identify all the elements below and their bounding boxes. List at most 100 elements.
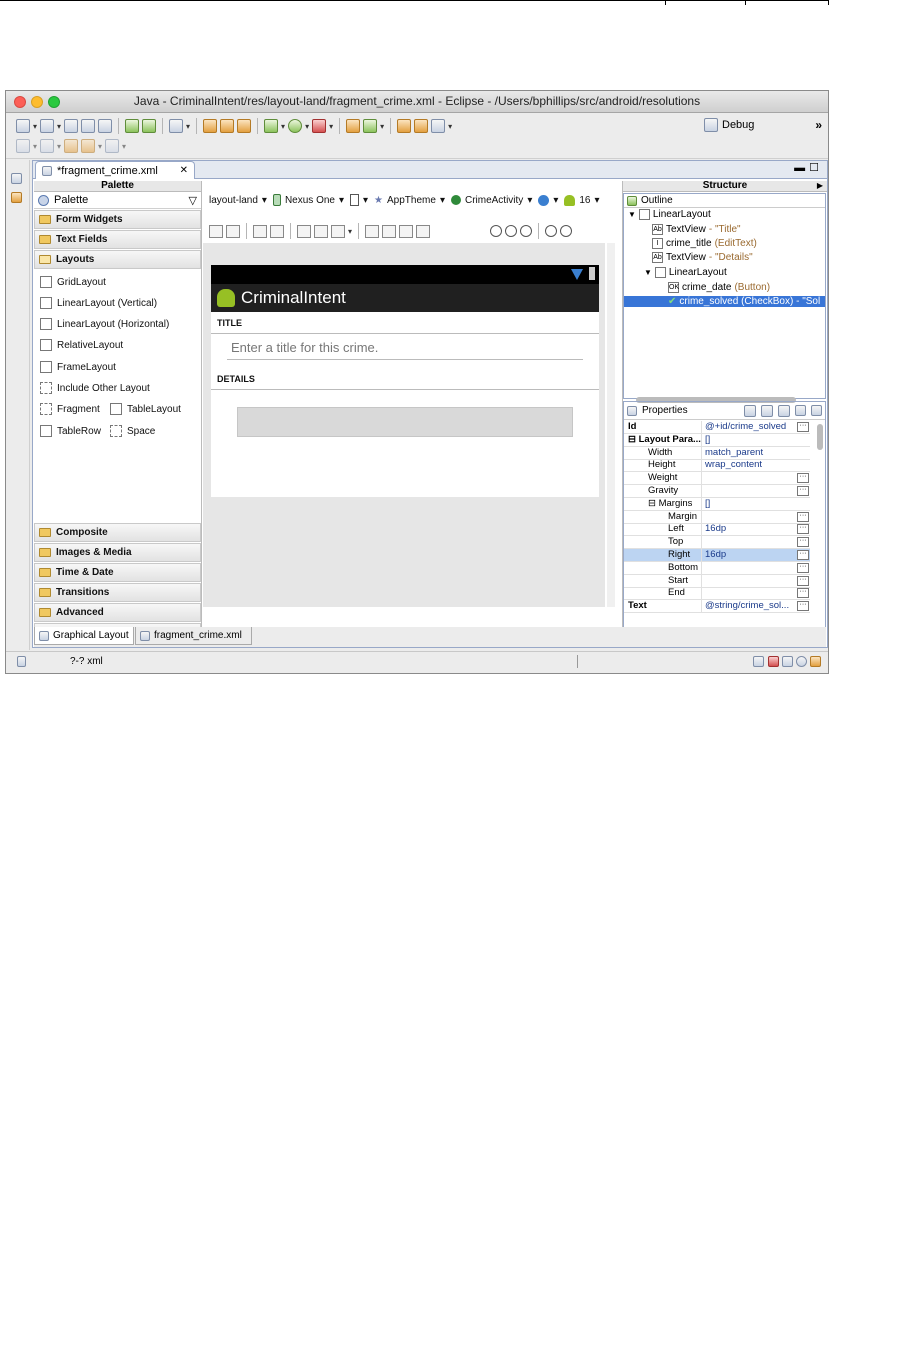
- expand-icon[interactable]: ▼: [628, 210, 636, 219]
- api-level-dropdown[interactable]: 16 ▾: [564, 194, 600, 206]
- tree-node-crime-title[interactable]: Icrime_title (EditText): [652, 238, 757, 249]
- save-all-icon[interactable]: [81, 119, 96, 133]
- close-tab-icon[interactable]: ✕: [180, 165, 188, 176]
- orientation-dropdown[interactable]: ▾: [350, 194, 368, 206]
- palette-item-linear-vertical[interactable]: LinearLayout (Vertical): [40, 297, 157, 309]
- tree-node-crime-date[interactable]: OK crime_date (Button): [668, 282, 770, 293]
- property-row-margins[interactable]: ⊟ Margins []: [624, 497, 810, 511]
- new-project-icon[interactable]: [203, 119, 218, 133]
- new-wizard-icon[interactable]: [40, 119, 55, 133]
- details-section-label[interactable]: DETAILS: [211, 368, 599, 390]
- edit-value-button[interactable]: ···: [797, 550, 809, 560]
- property-value[interactable]: 16dp ···: [702, 549, 810, 561]
- tree-node-linearlayout-root[interactable]: ▼ LinearLayout: [628, 209, 711, 220]
- property-value[interactable]: 16dp ···: [702, 523, 810, 535]
- edit-value-button[interactable]: ···: [797, 588, 809, 599]
- edit-value-button[interactable]: ···: [797, 473, 809, 484]
- palette-item-fragment[interactable]: Fragment: [40, 403, 100, 415]
- warning-icon[interactable]: [416, 224, 431, 238]
- palette-category-layouts[interactable]: Layouts: [34, 250, 201, 269]
- advanced-icon[interactable]: [778, 404, 790, 417]
- structure-collapse-icon[interactable]: ▶: [817, 181, 823, 190]
- clip-icon[interactable]: [382, 224, 397, 238]
- android-avd-manager-icon[interactable]: [142, 119, 157, 133]
- palette-category-composite[interactable]: Composite: [34, 523, 201, 542]
- edit-value-button[interactable]: ···: [797, 511, 809, 522]
- palette-category-advanced[interactable]: Advanced: [34, 603, 201, 622]
- property-row-weight[interactable]: Weight ···: [624, 472, 810, 486]
- collapse-group-icon[interactable]: ⊟: [628, 434, 639, 445]
- property-value[interactable]: []: [702, 498, 810, 510]
- edit-value-button[interactable]: ···: [797, 562, 809, 573]
- run-icon[interactable]: [288, 119, 303, 133]
- property-value[interactable]: ···: [702, 472, 810, 484]
- property-value[interactable]: @string/crime_sol... ···: [702, 600, 810, 612]
- property-row-start[interactable]: Start ···: [624, 574, 810, 588]
- zoom-100-icon[interactable]: [520, 225, 533, 237]
- layout-horizontal-icon[interactable]: [226, 224, 240, 238]
- new-icon[interactable]: [16, 119, 30, 133]
- expand-icon[interactable]: ▼: [644, 268, 652, 277]
- emulate-size-icon[interactable]: [365, 224, 380, 238]
- crime-title-edittext[interactable]: Enter a title for this crime.: [227, 338, 583, 360]
- device-dropdown[interactable]: Nexus One ▾: [272, 194, 344, 206]
- property-row-bottom[interactable]: Bottom ···: [624, 561, 810, 575]
- zoom-real-icon[interactable]: [505, 225, 518, 237]
- save-icon[interactable]: [64, 119, 79, 133]
- edit-value-button[interactable]: ···: [797, 575, 809, 586]
- prev-annotation-icon[interactable]: [40, 139, 55, 153]
- property-value[interactable]: ···: [702, 575, 810, 587]
- tab-xml-source[interactable]: fragment_crime.xml: [135, 627, 252, 645]
- outline-toggle-icon[interactable]: [753, 656, 764, 667]
- activity-dropdown[interactable]: CrimeActivity ▾: [450, 195, 532, 206]
- error-icon[interactable]: [768, 656, 779, 667]
- palette-item-linear-horizontal[interactable]: LinearLayout (Horizontal): [40, 318, 169, 330]
- new-java-class-icon[interactable]: [220, 119, 235, 133]
- tab-fragment-crime[interactable]: *fragment_crime.xml ✕: [35, 161, 195, 179]
- minimize-window-button[interactable]: [31, 96, 43, 108]
- property-value[interactable]: ···: [702, 562, 810, 574]
- palette-selector[interactable]: Palette ▽: [34, 192, 201, 209]
- property-value[interactable]: match_parent: [702, 447, 810, 459]
- palette-menu-icon[interactable]: ▽: [189, 194, 197, 207]
- tree-node-textview-title[interactable]: Ab TextView - "Title": [652, 224, 741, 235]
- collapse-group-icon[interactable]: ⊟: [648, 498, 659, 509]
- collapse-all-icon[interactable]: [811, 405, 822, 416]
- property-row-layout-para[interactable]: ⊟ Layout Para... []: [624, 433, 810, 447]
- pen-icon[interactable]: [431, 119, 446, 133]
- height-fill-icon[interactable]: [270, 224, 284, 238]
- palette-item-tablerow[interactable]: TableRow: [40, 425, 101, 437]
- zoom-fit-icon[interactable]: [490, 225, 503, 237]
- property-row-margin[interactable]: Margin ···: [624, 510, 810, 524]
- tree-node-crime-solved[interactable]: ✔ crime_solved (CheckBox) - "Sol: [624, 296, 825, 307]
- debug-perspective-button[interactable]: Debug: [704, 118, 754, 132]
- locale-dropdown[interactable]: ▾: [538, 194, 558, 206]
- palette-category-time-date[interactable]: Time & Date: [34, 563, 201, 582]
- print-icon[interactable]: [98, 119, 113, 133]
- palette-category-transitions[interactable]: Transitions: [34, 583, 201, 602]
- task-icon[interactable]: [810, 656, 821, 667]
- property-row-text[interactable]: Text @string/crime_sol... ···: [624, 600, 810, 614]
- property-value[interactable]: @+id/crime_solved ···: [702, 421, 810, 433]
- edit-value-button[interactable]: ···: [797, 422, 809, 432]
- margins-icon[interactable]: [297, 224, 311, 238]
- palette-item-include-layout[interactable]: Include Other Layout: [40, 382, 150, 394]
- at-icon[interactable]: [796, 656, 807, 667]
- property-value[interactable]: ···: [702, 485, 810, 497]
- back-arrow-icon[interactable]: [81, 139, 96, 153]
- property-row-width[interactable]: Width match_parent: [624, 446, 810, 460]
- property-row-height[interactable]: Height wrap_content: [624, 459, 810, 473]
- palette-item-relativelayout[interactable]: RelativeLayout: [40, 339, 123, 351]
- property-row-gravity[interactable]: Gravity ···: [624, 485, 810, 498]
- property-value[interactable]: wrap_content: [702, 459, 810, 471]
- title-section-label[interactable]: TITLE: [211, 312, 599, 334]
- palette-item-framelayout[interactable]: FrameLayout: [40, 361, 116, 373]
- edit-value-button[interactable]: ···: [797, 524, 809, 535]
- property-value[interactable]: ···: [702, 587, 810, 599]
- fast-view-icon[interactable]: [17, 656, 26, 667]
- new-xml-file-icon[interactable]: [237, 119, 252, 133]
- open-file-icon[interactable]: [414, 119, 429, 133]
- lint-check-icon[interactable]: [169, 119, 184, 133]
- property-row-top[interactable]: Top ···: [624, 536, 810, 550]
- property-value[interactable]: []: [702, 434, 810, 446]
